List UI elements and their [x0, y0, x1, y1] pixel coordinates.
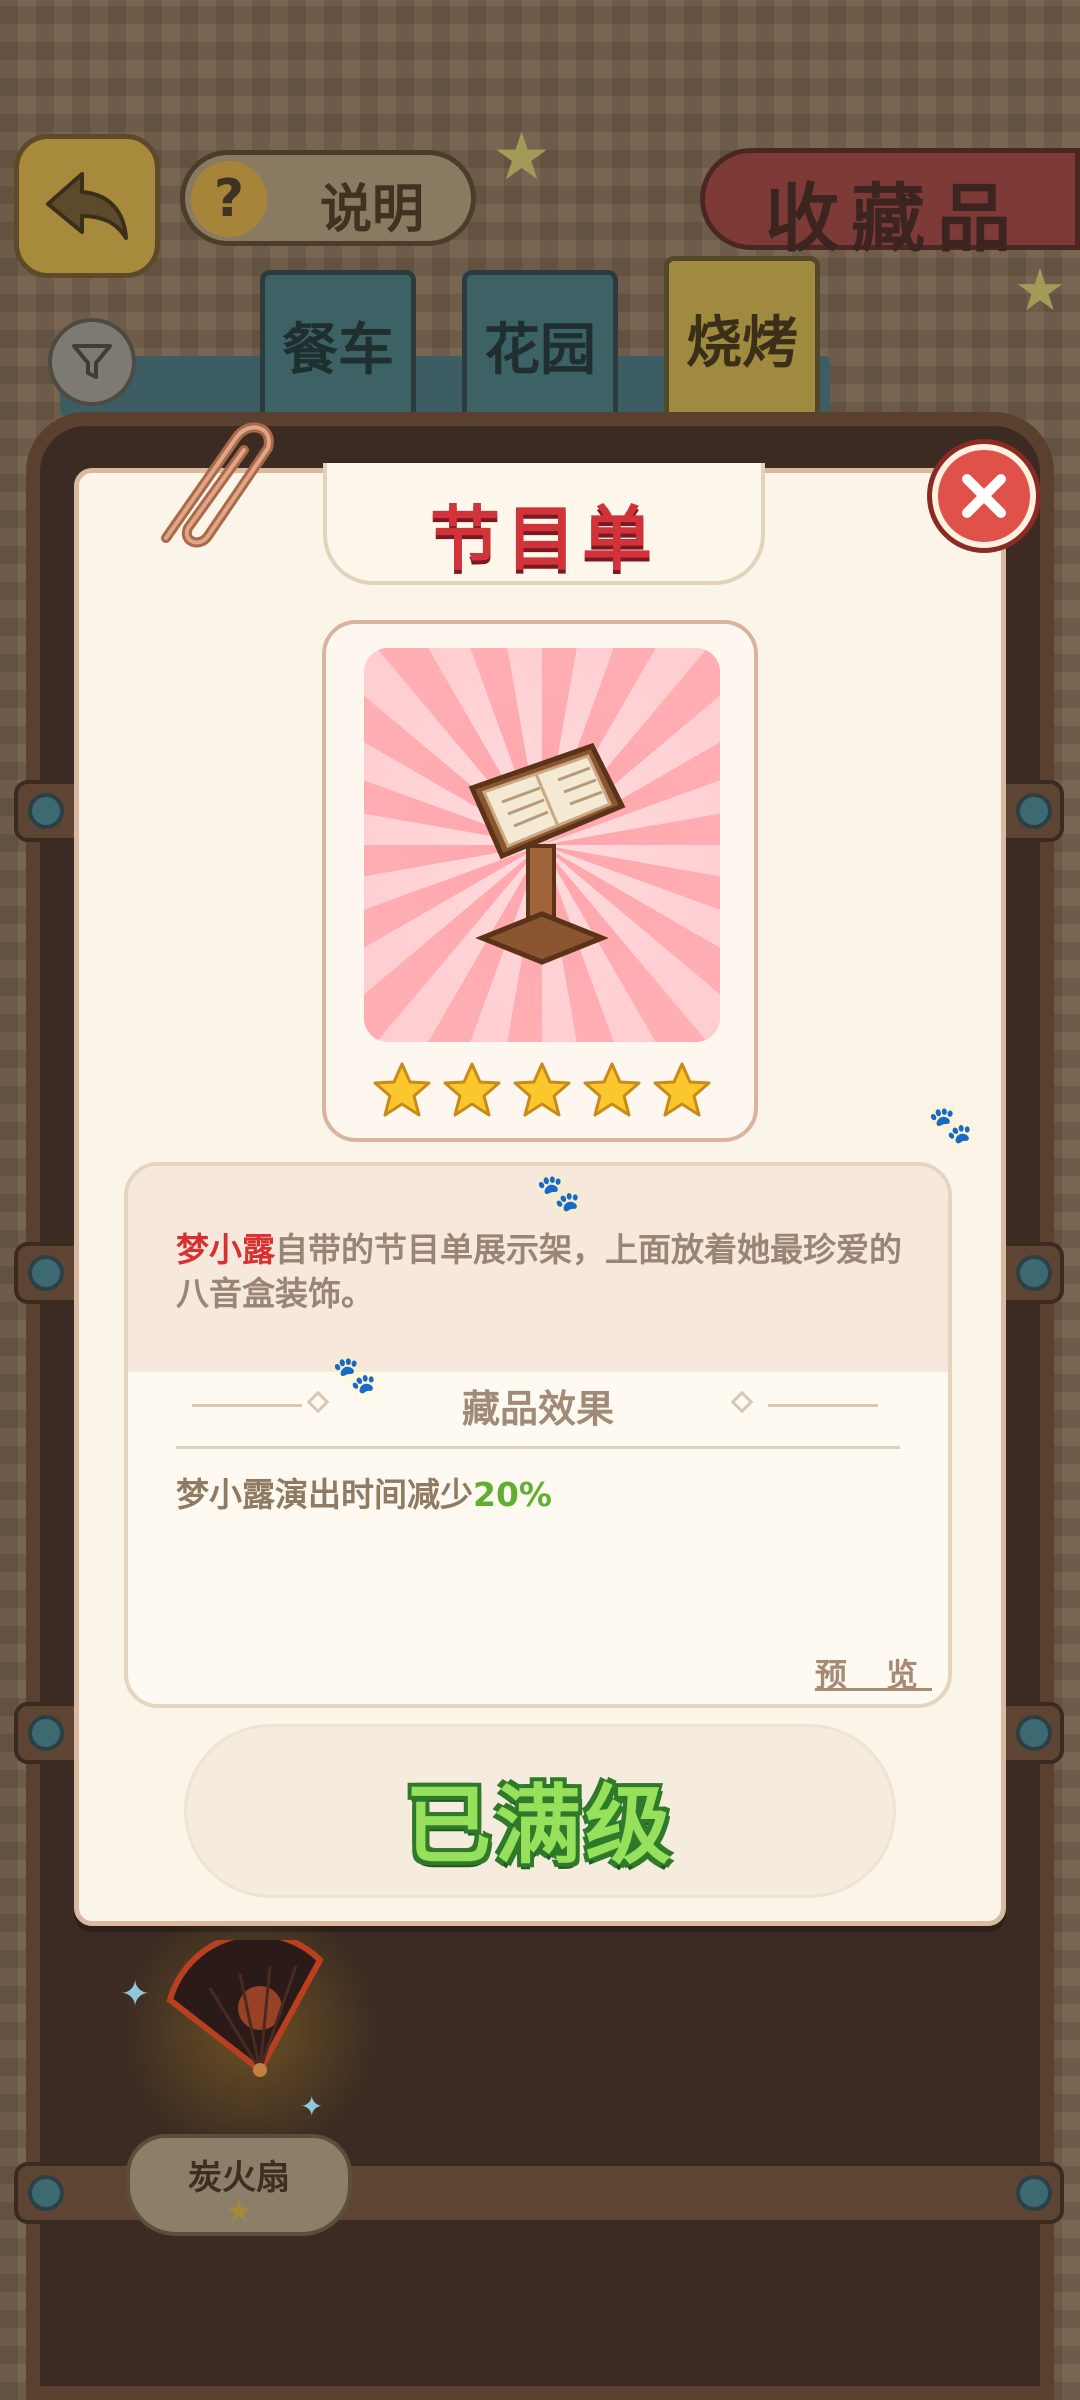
- back-arrow-icon: [46, 172, 128, 240]
- description-body: 自带的节目单展示架，上面放着她最珍爱的八音盒装饰。: [176, 1230, 902, 1313]
- effect-description: 梦小露演出时间减少: [176, 1475, 473, 1514]
- rating-stars: [364, 1060, 720, 1120]
- filter-icon: [72, 344, 112, 379]
- star-icon: [443, 1062, 501, 1117]
- bolt-icon: [28, 1255, 64, 1291]
- star-decoration-icon: ★: [492, 118, 552, 195]
- bolt-icon: [1016, 2175, 1052, 2211]
- close-icon: [962, 474, 1006, 518]
- description-panel: 梦小露自带的节目单展示架，上面放着她最珍爱的八音盒装饰。 藏品效果 梦小露演出时…: [124, 1162, 952, 1708]
- star-icon: [513, 1062, 571, 1117]
- menu-stand-icon: [468, 742, 626, 965]
- paw-icon: 🐾: [536, 1173, 581, 1214]
- star-icon: [373, 1062, 431, 1117]
- paperclip-icon: [136, 408, 316, 562]
- bolt-icon: [28, 1715, 64, 1751]
- collection-title: 收藏品: [765, 176, 1023, 262]
- filter-button[interactable]: [48, 318, 136, 406]
- bolt-icon: [28, 2175, 64, 2211]
- effect-text: 梦小露演出时间减少20%: [176, 1468, 552, 1516]
- description-text: 梦小露自带的节目单展示架，上面放着她最珍爱的八音盒装饰。: [176, 1228, 916, 1316]
- max-level-status: 已满级: [184, 1724, 896, 1898]
- paw-icon: 🐾: [928, 1105, 973, 1146]
- fan-icon: [166, 1931, 324, 2077]
- item-frame: [322, 620, 758, 1142]
- title-tab: 节目单: [323, 463, 765, 585]
- star-icon: [583, 1062, 641, 1117]
- max-level-label: 已满级: [405, 1776, 675, 1876]
- bolt-icon: [1016, 1715, 1052, 1751]
- item-label-box[interactable]: 炭火扇 ★: [126, 2134, 352, 2236]
- item-title: 节目单: [430, 498, 658, 580]
- close-button[interactable]: [932, 444, 1036, 548]
- tab-food-truck[interactable]: 餐车: [260, 270, 416, 420]
- tab-garden[interactable]: 花园: [462, 270, 618, 420]
- help-label: 说明: [320, 180, 425, 240]
- effect-value: 20%: [473, 1475, 552, 1514]
- item-label: 炭火扇: [188, 2158, 290, 2198]
- question-icon: ?: [191, 161, 267, 237]
- character-name: 梦小露: [176, 1230, 275, 1269]
- sparkle-icon: ✦: [300, 2090, 324, 2123]
- charcoal-fan-item[interactable]: [150, 1931, 330, 2094]
- help-button[interactable]: ? 说明: [180, 150, 476, 246]
- collection-banner: 收藏品: [700, 148, 1080, 262]
- tab-bbq[interactable]: 烧烤: [664, 256, 820, 420]
- back-button[interactable]: [14, 134, 160, 278]
- star-decoration-icon: ★: [1014, 256, 1066, 324]
- bolt-icon: [1016, 1255, 1052, 1291]
- sparkle-icon: ✦: [120, 1974, 151, 2015]
- item-art: [364, 648, 720, 1042]
- effect-heading: 藏品效果: [461, 1387, 614, 1431]
- star-icon: [653, 1062, 711, 1117]
- star-icon: ★: [225, 2194, 253, 2229]
- bolt-icon: [1016, 793, 1052, 829]
- paw-icon: 🐾: [332, 1355, 377, 1396]
- preview-link[interactable]: 预 览: [815, 1650, 932, 1696]
- bolt-icon: [28, 793, 64, 829]
- effect-divider: [176, 1446, 900, 1449]
